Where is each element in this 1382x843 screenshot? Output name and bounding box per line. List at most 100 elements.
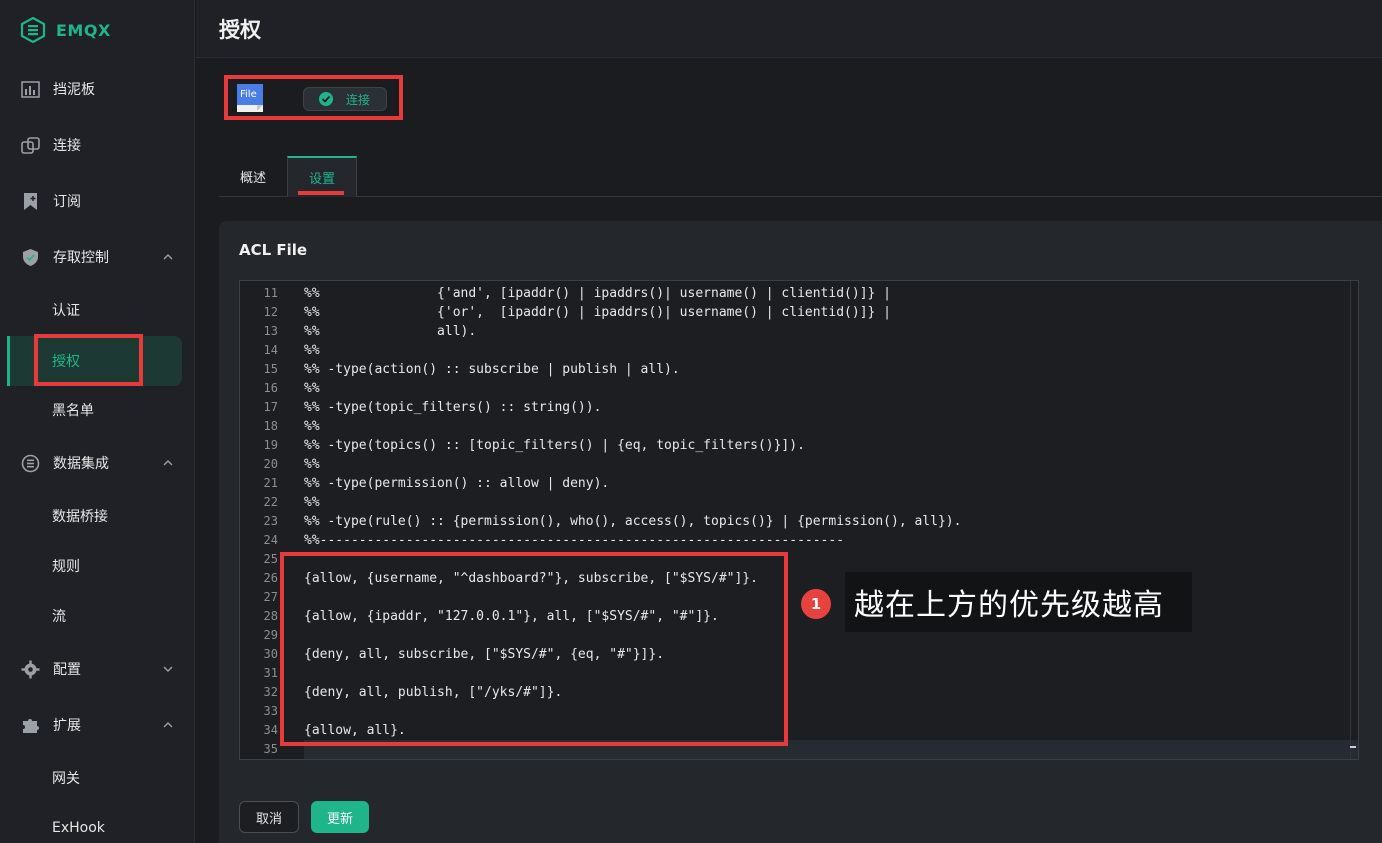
line-number: 12	[263, 305, 278, 319]
line-number: 26	[263, 571, 278, 585]
sidebar-item-label: 连接	[53, 138, 81, 154]
code-text: {allow, all}.	[304, 723, 406, 738]
auth-source: File 连接	[236, 81, 387, 115]
sidebar-subitem-label: 网关	[52, 771, 80, 787]
sidebar-subitem-blacklist[interactable]: 黑名单	[0, 390, 194, 430]
chevron-up-icon[interactable]	[162, 719, 174, 731]
code-text: %% {'or', [ipaddr() | ipaddrs()| usernam…	[304, 305, 891, 320]
line-number: 25	[263, 552, 278, 566]
code-line: 33	[240, 702, 1358, 721]
sidebar-item-label: 订阅	[53, 194, 81, 210]
dashboard-icon	[21, 81, 40, 98]
sidebar-item-connections[interactable]: 连接	[0, 125, 194, 165]
sidebar-item-data-integration[interactable]: 数据集成	[0, 443, 194, 483]
code-line: 30 {deny, all, subscribe, ["$SYS/#", {eq,…	[240, 645, 1358, 664]
sidebar-subitem-label: 认证	[52, 303, 80, 319]
line-number: 13	[263, 324, 278, 338]
line-number: 14	[263, 343, 278, 357]
code-text: {deny, all, publish, ["/yks/#"]}.	[304, 685, 563, 700]
app-name: EMQX	[56, 20, 111, 40]
chevron-up-icon[interactable]	[162, 251, 174, 263]
sidebar-subitem-label: 黑名单	[52, 403, 94, 419]
scroll-marker	[1350, 746, 1356, 748]
code-text: %%--------------------------------------…	[304, 533, 845, 548]
sidebar-subitem-exhook[interactable]: ExHook	[0, 808, 194, 843]
line-number: 28	[263, 609, 278, 623]
code-line: 17 %% -type(topic_filters() :: string()).	[240, 398, 1358, 417]
annotation-text: 越在上方的优先级越高	[854, 588, 1164, 623]
tab-overview[interactable]: 概述	[219, 156, 287, 197]
code-text: %% -type(permission() :: allow | deny).	[304, 476, 610, 491]
tab-settings[interactable]: 设置	[287, 156, 357, 197]
editor-scrollbar[interactable]	[1350, 281, 1358, 759]
sidebar-subitem-data-bridge[interactable]: 数据桥接	[0, 496, 194, 536]
sidebar-subitem-label: 数据桥接	[52, 509, 108, 525]
sidebar-item-label: 存取控制	[53, 250, 109, 266]
sidebar-subitem-label: ExHook	[52, 820, 105, 836]
line-number: 35	[263, 742, 278, 756]
sidebar-subitem-label: 流	[52, 609, 66, 625]
code-line: 22%%	[240, 493, 1358, 512]
sidebar-item-configuration[interactable]: 配置	[0, 649, 194, 689]
code-text: %%	[304, 343, 320, 358]
code-line: 11 %% {'and', [ipaddr() | ipaddrs()| user…	[240, 284, 1358, 303]
data-integration-icon	[21, 454, 40, 473]
line-number: 27	[263, 590, 278, 604]
code-line: 25	[240, 550, 1358, 569]
sidebar-item-label: 配置	[53, 662, 81, 678]
code-line: 32 {deny, all, publish, ["/yks/#"]}.	[240, 683, 1358, 702]
code-text: %%	[304, 457, 320, 472]
code-line: 24 %%------------------------------------…	[240, 531, 1358, 550]
status-badge: 连接	[303, 87, 387, 111]
shield-check-icon	[23, 249, 38, 266]
sidebar-subitem-streams[interactable]: 流	[0, 596, 194, 636]
annotation-number-badge: 1	[801, 589, 831, 619]
sidebar-subitem-authorization[interactable]: 授权	[7, 336, 182, 386]
code-text: %% -type(rule() :: {permission(), who(),…	[304, 514, 962, 529]
sidebar-item-subscriptions[interactable]: 订阅	[0, 181, 194, 221]
file-source-icon: File	[236, 83, 264, 113]
card-title: ACL File	[239, 241, 308, 259]
page-header: 授权	[196, 0, 1382, 58]
sidebar-item-access-control[interactable]: 存取控制	[0, 237, 194, 277]
code-line: 23 %% -type(rule() :: {permission(), who(…	[240, 512, 1358, 531]
sidebar-subitem-label: 授权	[52, 354, 80, 370]
code-line: 20%%	[240, 455, 1358, 474]
sidebar-item-extensions[interactable]: 扩展	[0, 705, 194, 745]
gear-icon	[21, 660, 40, 679]
sidebar-subitem-authentication[interactable]: 认证	[0, 290, 194, 330]
line-number: 18	[263, 419, 278, 433]
line-number: 29	[263, 628, 278, 642]
code-text: %%	[304, 495, 320, 510]
sidebar-item-dashboard[interactable]: 挡泥板	[0, 69, 194, 109]
code-text: %%	[304, 419, 320, 434]
code-line: 15 %% -type(action() :: subscribe | publi…	[240, 360, 1358, 379]
code-line: 34 {allow, all}.	[240, 721, 1358, 740]
code-line: 16%%	[240, 379, 1358, 398]
sidebar-item-label: 挡泥板	[53, 82, 95, 98]
line-number: 21	[263, 476, 278, 490]
update-button[interactable]: 更新	[311, 801, 369, 833]
line-number: 15	[263, 362, 278, 376]
code-text: %% {'and', [ipaddr() | ipaddrs()| userna…	[304, 286, 891, 301]
sidebar-subitem-gateway[interactable]: 网关	[0, 758, 194, 798]
emqx-logo-icon	[20, 17, 46, 43]
logo[interactable]: EMQX	[20, 15, 111, 45]
file-badge-label: File	[240, 89, 257, 100]
sidebar: EMQX 挡泥板 连接 订阅 存取控制 认证 授权 黑名单 数据集成 数据桥接 …	[0, 0, 195, 843]
code-text: %% -type(action() :: subscribe | publish…	[304, 362, 680, 377]
code-line: 35	[240, 740, 1358, 759]
subscriptions-icon	[24, 193, 37, 210]
code-text: %% all).	[304, 324, 477, 339]
line-number: 22	[263, 495, 278, 509]
code-editor[interactable]: 11 %% {'and', [ipaddr() | ipaddrs()| user…	[239, 280, 1359, 760]
chevron-down-icon[interactable]	[162, 663, 174, 675]
page-title: 授权	[219, 18, 261, 42]
chevron-up-icon[interactable]	[162, 457, 174, 469]
code-text: {allow, {username, "^dashboard?"}, subsc…	[304, 571, 758, 586]
cancel-button[interactable]: 取消	[239, 801, 299, 833]
code-text: {deny, all, subscribe, ["$SYS/#", {eq, "…	[304, 647, 665, 662]
code-text: %%	[304, 381, 320, 396]
status-text: 连接	[346, 92, 371, 107]
sidebar-subitem-rules[interactable]: 规则	[0, 546, 194, 586]
